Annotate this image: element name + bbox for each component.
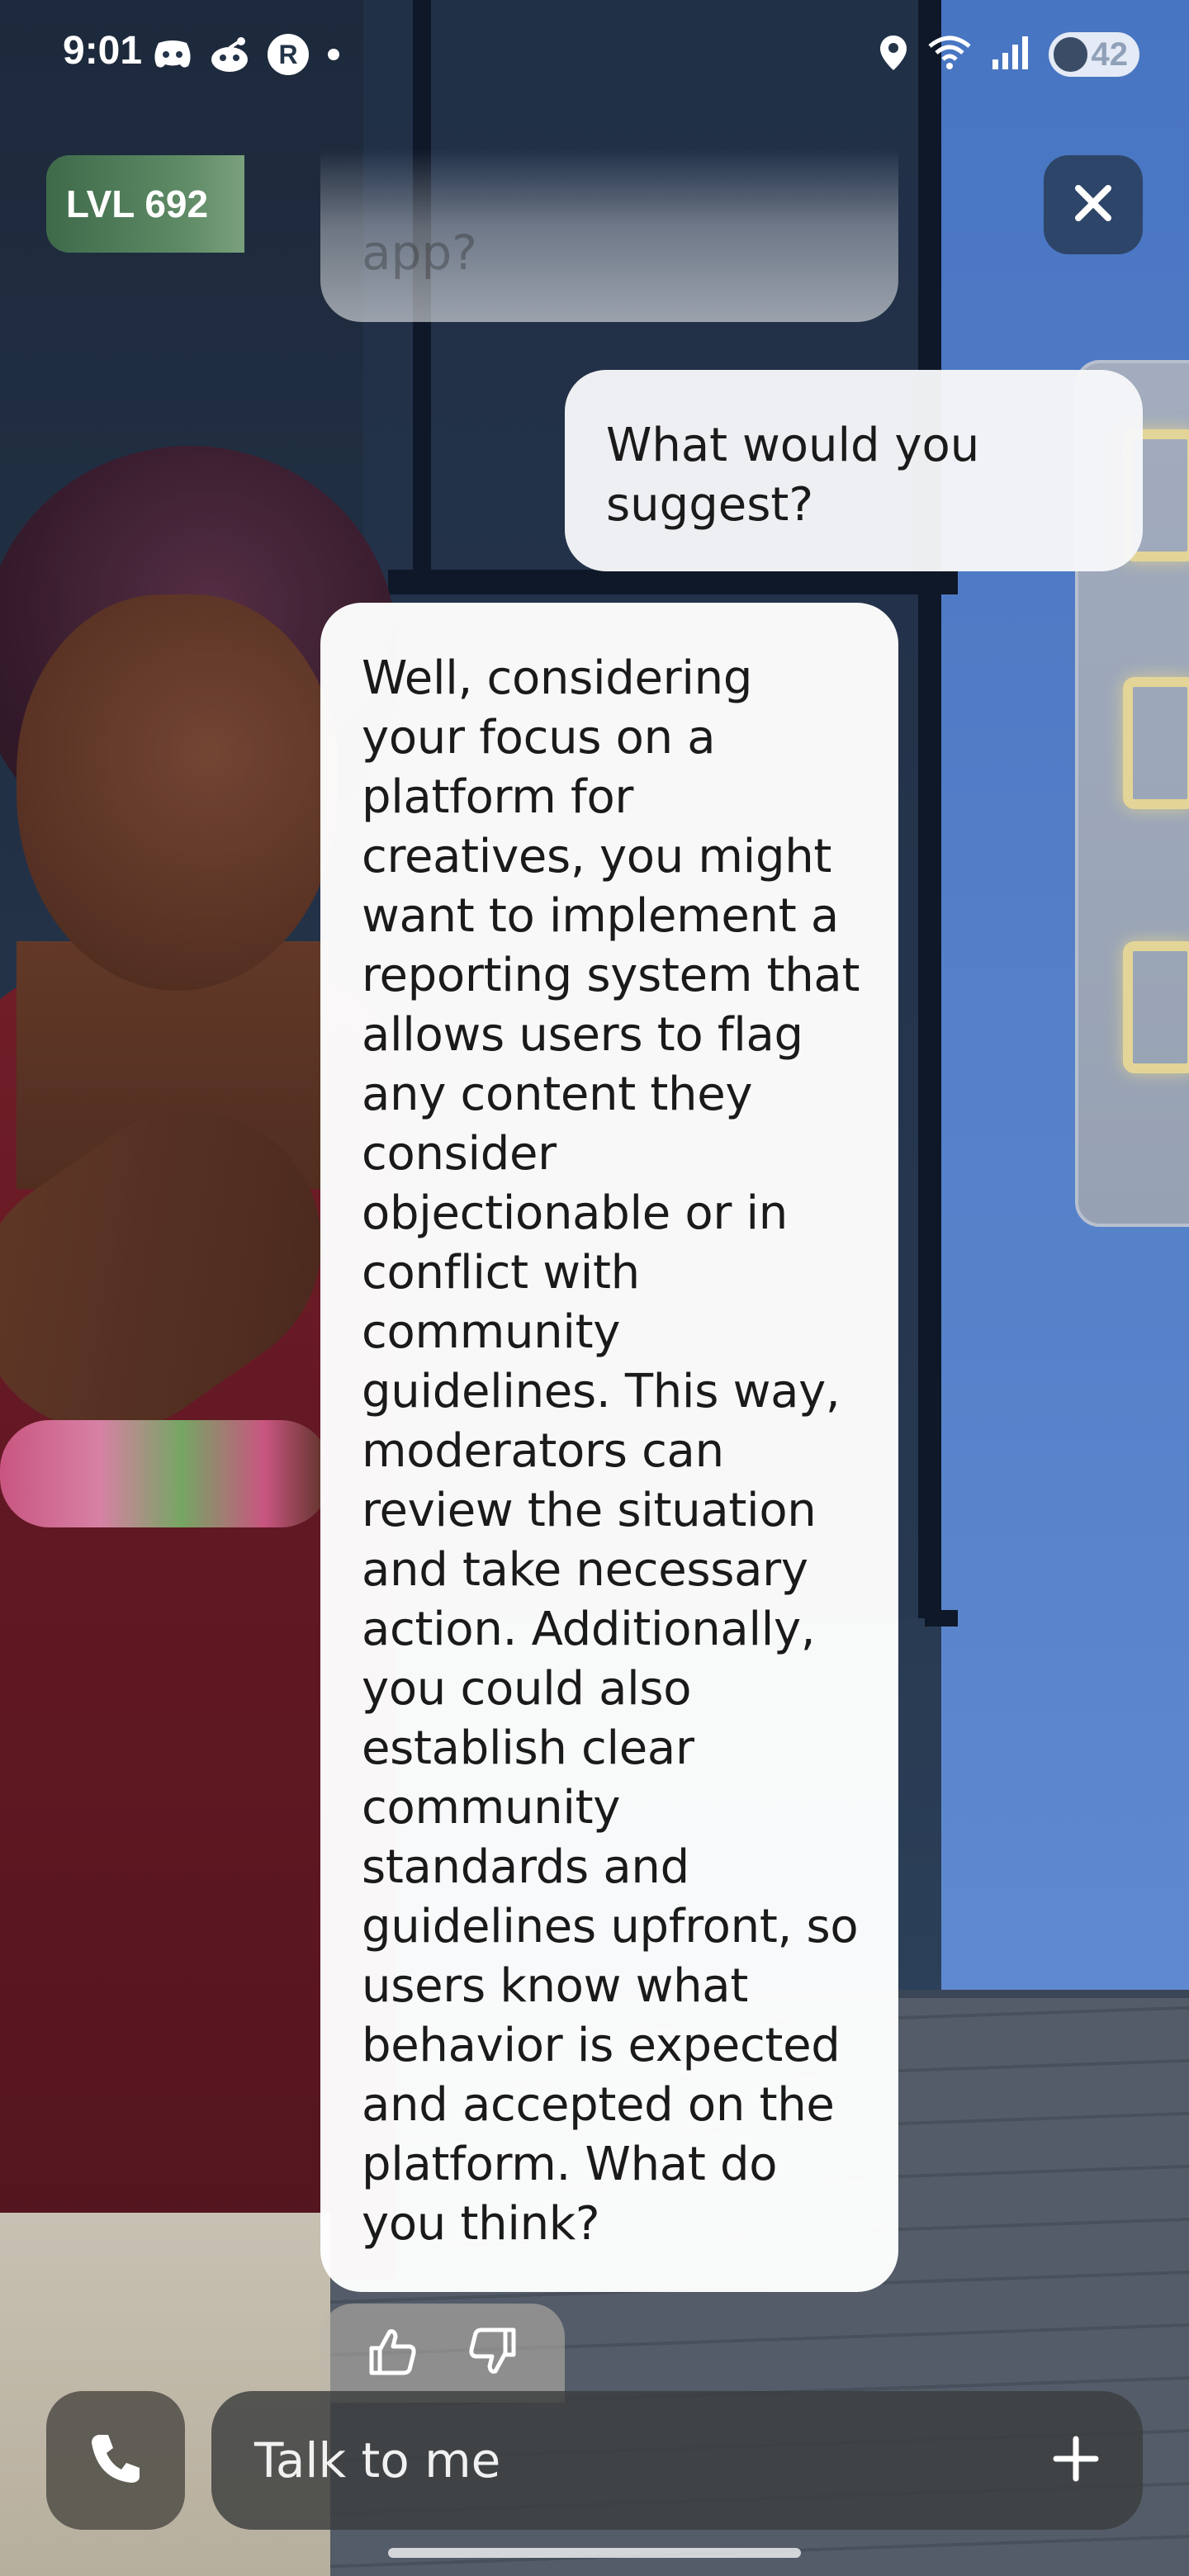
system-icons: 42 (879, 30, 1139, 79)
previous-message-text: app? (362, 225, 477, 281)
dot-icon (325, 46, 342, 66)
battery-level: 42 (1091, 36, 1129, 73)
feedback-bar (320, 2304, 565, 2403)
previous-message-bubble: app? (320, 149, 898, 322)
home-indicator[interactable] (388, 2548, 801, 2558)
ai-message-text: Well, considering your focus on a platfo… (362, 651, 860, 2251)
phone-icon (87, 2430, 144, 2491)
thumbs-up-button[interactable] (364, 2324, 422, 2382)
notification-icons: R (152, 33, 342, 79)
wifi-icon (926, 35, 973, 74)
battery-indicator: 42 (1049, 32, 1139, 77)
message-input-placeholder: Talk to me (254, 2432, 501, 2488)
user-message-text: What would you suggest? (606, 419, 980, 532)
discord-icon (152, 38, 193, 74)
thumbs-down-icon (466, 2325, 519, 2381)
status-bar: 9:01 R 42 (0, 0, 1189, 107)
svg-text:R: R (278, 40, 297, 69)
battery-fill (1054, 37, 1087, 72)
r-app-icon: R (266, 32, 310, 80)
user-message-bubble: What would you suggest? (565, 370, 1143, 571)
thumbs-down-button[interactable] (463, 2324, 521, 2382)
close-icon (1072, 182, 1115, 228)
message-input[interactable]: Talk to me (211, 2391, 1143, 2530)
location-icon (879, 34, 908, 75)
level-badge[interactable]: LVL 692 (46, 155, 244, 253)
reddit-icon (208, 35, 251, 78)
companion-chat-screen: 9:01 R 42 LVL 692 app? What would you su… (0, 0, 1189, 2576)
call-button[interactable] (46, 2391, 185, 2530)
status-time: 9:01 (63, 29, 143, 73)
plus-icon (1051, 2434, 1101, 2487)
close-button[interactable] (1044, 155, 1143, 254)
signal-icon (991, 35, 1030, 74)
add-attachment-button[interactable] (1047, 2432, 1105, 2489)
ai-message-bubble: Well, considering your focus on a platfo… (320, 603, 898, 2292)
thumbs-up-icon (367, 2325, 419, 2381)
